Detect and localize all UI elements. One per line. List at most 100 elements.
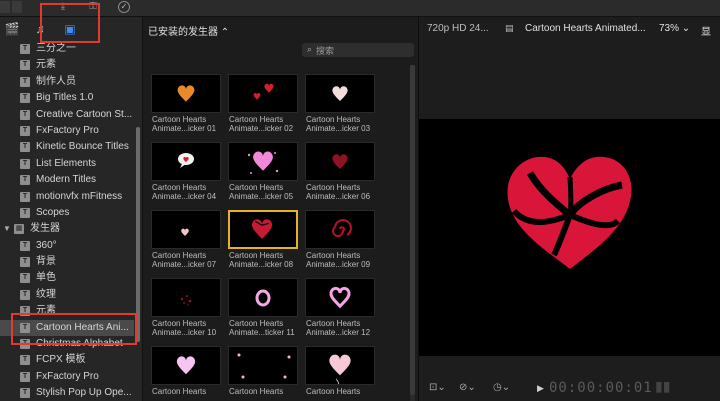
- sidebar-item-label: 制作人员: [36, 75, 76, 87]
- sidebar-item[interactable]: T Kinetic Bounce Titles: [0, 139, 134, 155]
- sidebar-item[interactable]: T Creative Cartoon St...: [0, 107, 134, 123]
- tile-caption-line2: Animate...icker 04: [152, 192, 217, 201]
- sidebar-item[interactable]: T Big Titles 1.0: [0, 90, 134, 106]
- clapper-icon[interactable]: 🎬: [4, 21, 20, 37]
- search-input[interactable]: 搜索: [316, 44, 334, 57]
- sidebar-item-label: FxFactory Pro: [36, 370, 99, 382]
- title-icon: T: [20, 76, 30, 87]
- sidebar-item-label: 背景: [36, 256, 56, 268]
- speed-icon[interactable]: ◷⌄: [493, 382, 510, 393]
- title-icon: T: [20, 60, 30, 71]
- viewer-format[interactable]: 720p HD 24...: [427, 23, 489, 34]
- generator-thumbnail[interactable]: [305, 278, 375, 317]
- sidebar-item[interactable]: T Stylish Pop Up Ope...: [0, 385, 134, 401]
- sidebar-item[interactable]: T 制作人员: [0, 74, 134, 90]
- sidebar-item-label: Big Titles 1.0: [36, 92, 94, 104]
- tile-caption-line2: Animate...icker 01: [152, 124, 217, 133]
- zoom-menu[interactable]: 73% ⌄: [659, 23, 690, 34]
- title-icon: T: [20, 191, 30, 202]
- heart-icon: [178, 153, 194, 168]
- sidebar-group[interactable]: ▼ ▦ 发生器: [0, 221, 134, 237]
- sidebar-item-label: FxFactory Pro: [36, 124, 99, 136]
- generator-thumbnail[interactable]: [151, 346, 221, 385]
- tile-caption-line1: Cartoon Hearts: [306, 319, 361, 328]
- sidebar-item[interactable]: T FxFactory Pro: [0, 369, 134, 385]
- browser-scrollbar[interactable]: [410, 65, 415, 401]
- search-field[interactable]: ⌕ 搜索: [302, 43, 414, 57]
- sidebar-item[interactable]: T Scopes: [0, 205, 134, 221]
- tile-caption-line1: Cartoon Hearts: [152, 183, 207, 192]
- checkmark-icon[interactable]: ✓: [118, 1, 130, 13]
- sidebar-item[interactable]: T Modern Titles: [0, 172, 134, 188]
- generator-thumbnail[interactable]: [305, 210, 375, 249]
- sidebar-item[interactable]: T 元素: [0, 57, 134, 73]
- window-control[interactable]: [0, 1, 10, 13]
- generator-thumbnail[interactable]: [305, 74, 375, 113]
- generator-thumbnail[interactable]: [228, 74, 298, 113]
- generator-thumbnail[interactable]: [228, 142, 298, 181]
- tile-caption-line1: Cartoon Hearts: [152, 319, 207, 328]
- color-icon[interactable]: ⊘⌄: [459, 382, 476, 393]
- sidebar-item-label: Scopes: [36, 206, 70, 218]
- transform-icon[interactable]: ⊡⌄: [429, 382, 446, 393]
- sidebar-item[interactable]: T 单色: [0, 270, 134, 286]
- title-icon: T: [20, 388, 30, 399]
- annotation-box: [40, 3, 100, 43]
- title-icon: T: [20, 257, 30, 268]
- generators-icon: ▦: [14, 224, 24, 235]
- tile-caption-line2: Animate...ticker 11: [229, 328, 295, 337]
- generator-thumbnail[interactable]: [305, 346, 375, 385]
- generator-thumbnail[interactable]: [305, 142, 375, 181]
- tile-caption-line1: Cartoon Hearts: [229, 319, 284, 328]
- sidebar-item[interactable]: T 三分之一: [0, 41, 134, 57]
- sidebar-item[interactable]: T FxFactory Pro: [0, 123, 134, 139]
- tile-caption-line2: Animate...icker 08: [229, 260, 294, 269]
- sidebar-item[interactable]: T List Elements: [0, 156, 134, 172]
- heart-icon: [251, 219, 273, 239]
- sidebar-item[interactable]: T FCPX 模板: [0, 352, 134, 368]
- tile-caption-line2: Animate...icker 02: [229, 124, 294, 133]
- sidebar-item[interactable]: T 纹理: [0, 287, 134, 303]
- sidebar-scrollbar[interactable]: [136, 127, 140, 342]
- generator-browser: 已安装的发生器 ⌃ ⌕ 搜索 Cartoon Hearts Animate...i…: [143, 17, 419, 401]
- viewer: 720p HD 24... ▤ Cartoon Hearts Animated.…: [419, 17, 720, 401]
- title-icon: T: [20, 93, 30, 104]
- tile-caption-line1: Cartoon Hearts: [306, 115, 361, 124]
- browser-header: 已安装的发生器 ⌃: [143, 17, 418, 41]
- generator-thumbnail[interactable]: [151, 74, 221, 113]
- generator-thumbnail[interactable]: [228, 346, 298, 385]
- generator-thumbnail[interactable]: [151, 142, 221, 181]
- sidebar-item-label: Creative Cartoon St...: [36, 108, 133, 120]
- disclosure-triangle-icon[interactable]: ▼: [3, 221, 11, 237]
- sidebar-item[interactable]: T 360°: [0, 238, 134, 254]
- heart-icon: [332, 219, 352, 237]
- audio-meter-icon: ▮▮: [655, 378, 671, 394]
- top-toolbar: ⤓ ⚿ ✓: [0, 0, 720, 17]
- viewer-footer: ⊡⌄ ⊘⌄ ◷⌄ ▶ 00:00:00:01 ▮▮: [419, 373, 720, 401]
- generator-thumbnail[interactable]: [151, 278, 221, 317]
- play-icon[interactable]: ▶: [537, 383, 544, 394]
- generator-thumbnail[interactable]: [151, 210, 221, 249]
- timecode: 00:00:00:01: [549, 380, 653, 396]
- tile-caption-line2: Animate...icker 12: [306, 328, 371, 337]
- sidebar-item-label: List Elements: [36, 157, 97, 169]
- tile-caption-line2: Animate...icker 03: [306, 124, 371, 133]
- display-menu[interactable]: 显: [701, 23, 711, 38]
- generator-thumbnail[interactable]: [228, 278, 298, 317]
- heart-icon: [332, 154, 348, 169]
- sidebar-item[interactable]: T 背景: [0, 254, 134, 270]
- sidebar-item-label: 单色: [36, 272, 56, 284]
- tile-caption-line1: Cartoon Hearts: [306, 251, 361, 260]
- annotation-box: [11, 313, 137, 345]
- window-control[interactable]: [12, 1, 22, 13]
- title-icon: T: [20, 158, 30, 169]
- tile-caption-line1: Cartoon Hearts: [152, 115, 207, 124]
- title-icon: T: [20, 175, 30, 186]
- sidebar-item[interactable]: Tmotionvfx mFitness: [0, 189, 134, 205]
- generator-thumbnail[interactable]: [228, 210, 298, 249]
- sidebar-item-label: FCPX 模板: [36, 354, 86, 366]
- sidebar-item-label: Modern Titles: [36, 174, 97, 186]
- heart-icon: [177, 85, 195, 102]
- heart-icon: [247, 151, 279, 174]
- browser-title[interactable]: 已安装的发生器 ⌃: [148, 23, 229, 38]
